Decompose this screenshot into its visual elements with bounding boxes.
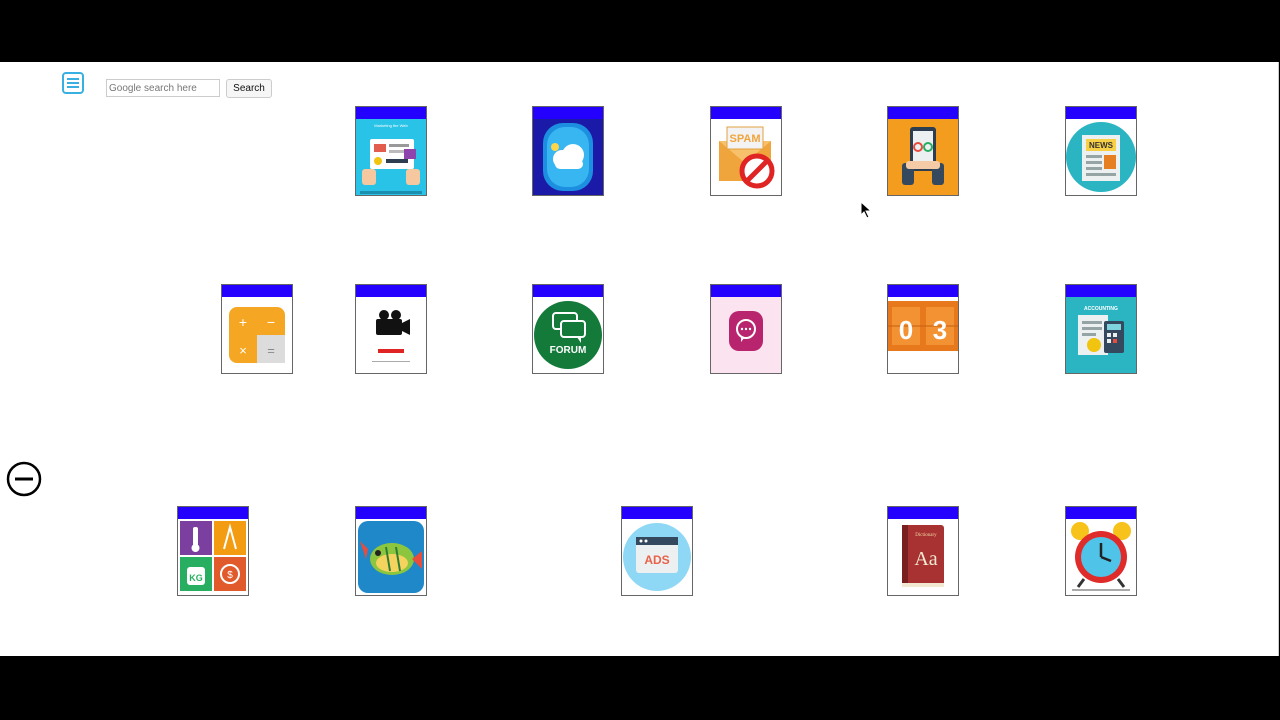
tile-header-bar (533, 107, 603, 119)
tile-header-bar (888, 285, 958, 297)
unit-converter-icon: KG $ (178, 519, 248, 595)
tile-header-bar (888, 507, 958, 519)
minus-circle-icon[interactable] (6, 461, 42, 497)
tile-cloud-weather-app[interactable] (532, 106, 604, 196)
dictionary-book-icon: Dictionary Aa (888, 519, 958, 595)
ads-icon: ADS (622, 519, 692, 595)
tile-header-bar (711, 107, 781, 119)
tile-header-bar (711, 285, 781, 297)
svg-text:Dictionary: Dictionary (915, 533, 937, 538)
search-input[interactable] (106, 79, 220, 97)
alarm-clock-icon (1066, 519, 1136, 595)
tile-mobile-app[interactable] (887, 106, 959, 196)
svg-text:3: 3 (933, 315, 947, 345)
tile-forum-app[interactable]: FORUM (532, 284, 604, 374)
tile-alarm-clock-app[interactable] (1065, 506, 1137, 596)
tile-ads-app[interactable]: ADS (621, 506, 693, 596)
tile-scoreboard-app[interactable]: 0 3 (887, 284, 959, 374)
cloud-weather-icon (533, 119, 603, 195)
tile-header-bar (622, 507, 692, 519)
phone-hands-icon (888, 119, 958, 195)
svg-text:NEWS: NEWS (1089, 141, 1114, 150)
tile-header-bar (888, 107, 958, 119)
spam-block-icon: SPAM (711, 119, 781, 195)
svg-text:−: − (267, 314, 275, 330)
chat-bubble-icon (711, 297, 781, 373)
tile-header-bar (222, 285, 292, 297)
tile-header-bar (1066, 107, 1136, 119)
svg-text:ADS: ADS (644, 553, 669, 567)
svg-text:Marketing the Web: Marketing the Web (374, 123, 408, 128)
search-button[interactable]: Search (226, 79, 272, 98)
calculator-icon: + − × = (222, 297, 292, 373)
tile-video-recorder-app[interactable] (355, 284, 427, 374)
tile-header-bar (533, 285, 603, 297)
mouse-pointer-icon (860, 200, 874, 219)
app-grid-page: Search Marketing the Web (0, 62, 1279, 656)
tile-header-bar (178, 507, 248, 519)
tile-marketing-app[interactable]: Marketing the Web (355, 106, 427, 196)
tile-spam-blocker-app[interactable]: SPAM (710, 106, 782, 196)
svg-text:×: × (239, 343, 247, 358)
tile-header-bar (1066, 285, 1136, 297)
marketing-screen-icon: Marketing the Web (356, 119, 426, 195)
tile-header-bar (356, 107, 426, 119)
tile-dictionary-app[interactable]: Dictionary Aa (887, 506, 959, 596)
tile-fishing-game-app[interactable] (355, 506, 427, 596)
hamburger-menu-icon[interactable] (62, 72, 84, 94)
tile-calculator-app[interactable]: + − × = (221, 284, 293, 374)
tile-header-bar (1066, 507, 1136, 519)
tile-header-bar (356, 507, 426, 519)
accounting-icon: ACCOUNTING (1066, 297, 1136, 373)
svg-text:FORUM: FORUM (550, 345, 587, 356)
tile-header-bar (356, 285, 426, 297)
svg-text:=: = (267, 343, 275, 358)
tile-unit-converter-app[interactable]: KG $ (177, 506, 249, 596)
svg-text:SPAM: SPAM (730, 133, 761, 145)
video-camera-icon (356, 297, 426, 373)
svg-text:KG: KG (189, 573, 203, 583)
fish-icon (356, 519, 426, 595)
tile-messenger-app[interactable] (710, 284, 782, 374)
newspaper-icon: NEWS (1066, 119, 1136, 195)
svg-text:Aa: Aa (914, 548, 937, 570)
scoreboard-icon: 0 3 (888, 297, 958, 373)
svg-text:$: $ (227, 570, 233, 581)
svg-text:+: + (239, 314, 247, 330)
svg-text:0: 0 (899, 315, 913, 345)
tile-accounting-app[interactable]: ACCOUNTING (1065, 284, 1137, 374)
tile-news-app[interactable]: NEWS (1065, 106, 1137, 196)
svg-text:ACCOUNTING: ACCOUNTING (1084, 306, 1118, 312)
forum-chat-icon: FORUM (533, 297, 603, 373)
